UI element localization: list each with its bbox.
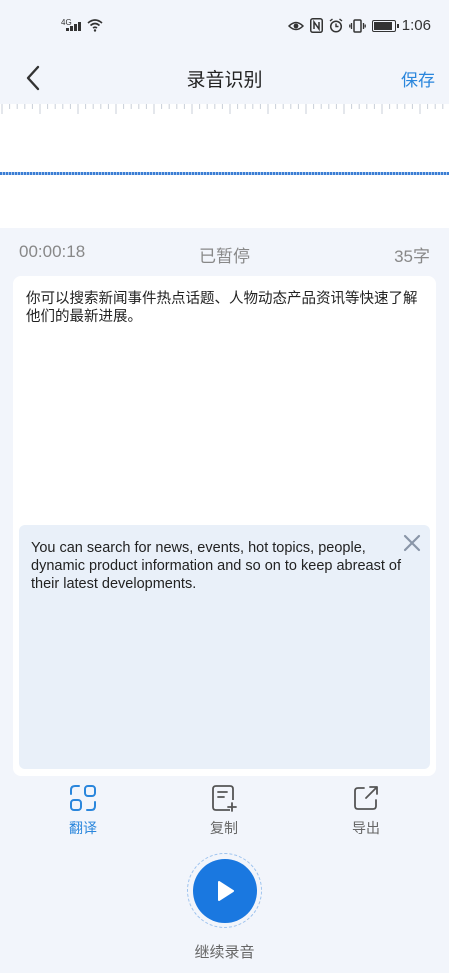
translation-text[interactable]: You can search for news, events, hot top… <box>31 539 401 593</box>
export-button[interactable]: 导出 <box>326 784 406 838</box>
timeline-ruler <box>1 104 444 114</box>
close-icon[interactable] <box>402 533 422 553</box>
continue-record-label: 继续录音 <box>194 944 255 961</box>
alarm-icon <box>329 18 343 33</box>
recognized-text[interactable]: 你可以搜索新闻事件热点话题、人物动态产品资讯等快速了解他们的最新进展。 <box>26 290 426 326</box>
waveform-panel <box>0 104 449 228</box>
translation-panel: You can search for news, events, hot top… <box>19 525 430 769</box>
export-label: 导出 <box>352 820 380 836</box>
recording-state: 已暂停 <box>199 247 250 266</box>
page-title: 录音识别 <box>186 70 263 91</box>
translate-button[interactable]: 翻译 <box>43 784 123 838</box>
battery-icon <box>371 19 399 32</box>
nfc-icon <box>309 18 323 33</box>
export-icon <box>354 786 378 810</box>
clock: 1:06 <box>401 17 431 34</box>
copy-icon <box>212 785 237 812</box>
status-bar: 4G 1:06 <box>0 0 449 52</box>
signal-icon <box>66 22 81 31</box>
play-icon <box>217 880 234 901</box>
status-icons: 1:06 <box>287 17 431 34</box>
waveform <box>0 172 449 175</box>
copy-button[interactable]: 复制 <box>184 784 264 838</box>
action-bar: 翻译 复制 导出 <box>0 784 449 844</box>
continue-record-button[interactable] <box>187 853 262 928</box>
translate-icon <box>70 785 96 811</box>
nav-bar: 录音识别 保存 <box>0 52 449 104</box>
vibrate-icon <box>348 18 366 33</box>
copy-label: 复制 <box>210 820 238 836</box>
wifi-icon <box>87 19 103 32</box>
char-count: 35字 <box>394 247 430 266</box>
transcript-card: 你可以搜索新闻事件热点话题、人物动态产品资讯等快速了解他们的最新进展。 You … <box>13 276 436 776</box>
recording-info: 00:00:18 已暂停 35字 <box>0 238 449 266</box>
record-button-core[interactable] <box>192 858 257 923</box>
save-button[interactable]: 保存 <box>401 66 435 91</box>
translate-label: 翻译 <box>69 820 97 836</box>
eye-comfort-icon <box>287 21 304 30</box>
